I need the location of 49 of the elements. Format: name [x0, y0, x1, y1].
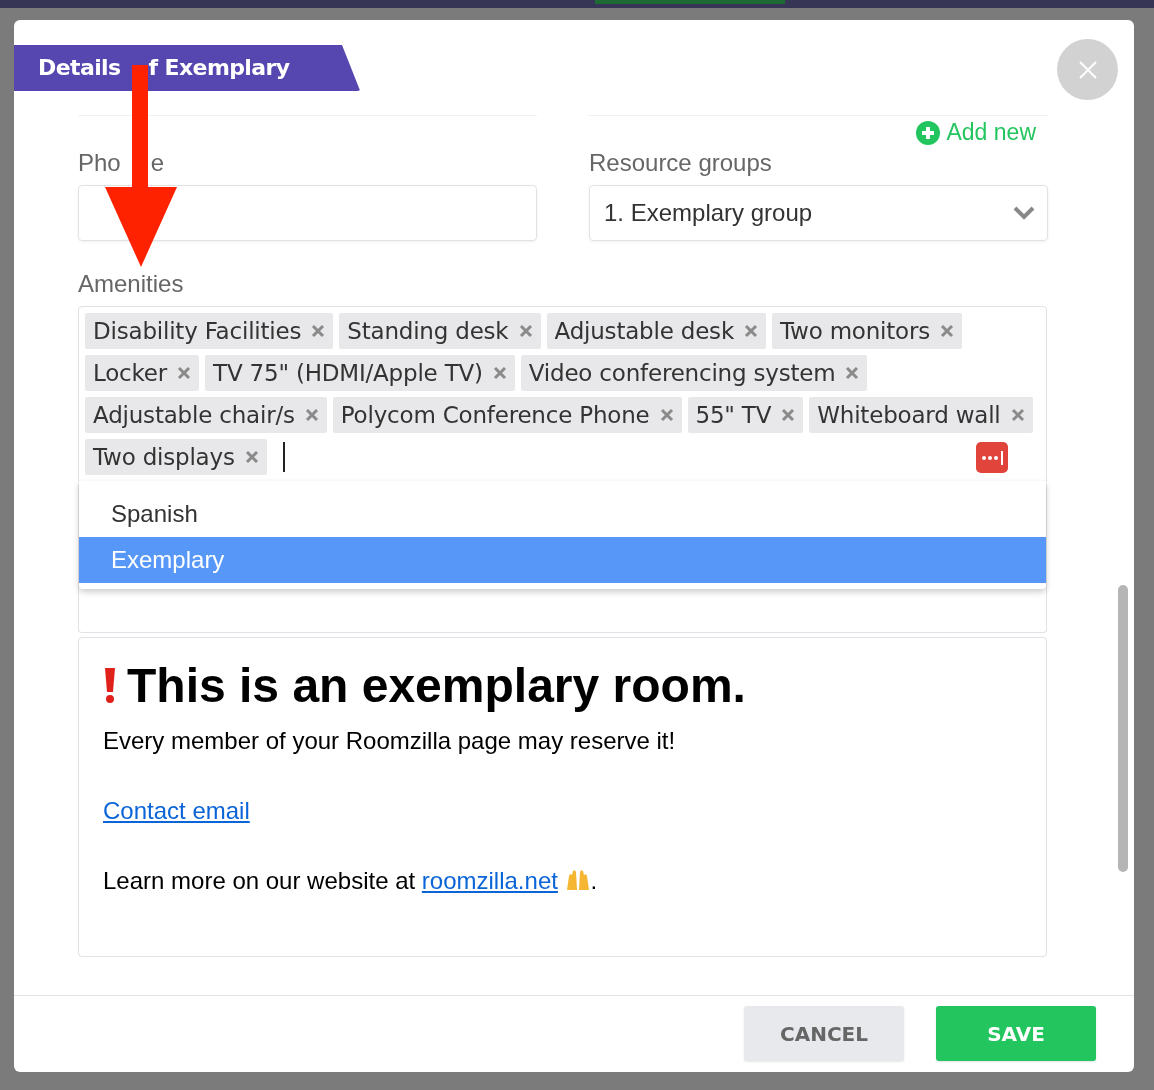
paragraph: Every member of your Roomzilla page may reserve it!: [103, 726, 677, 755]
plus-icon: [916, 120, 941, 145]
remove-icon[interactable]: [940, 323, 954, 338]
remove-icon[interactable]: [845, 365, 860, 380]
phone-field[interactable]: [78, 184, 537, 241]
dropdown-option[interactable]: Exemplary: [79, 536, 1046, 583]
amenity-tag: Locker: [85, 354, 200, 391]
remove-icon[interactable]: [518, 323, 533, 338]
amenity-tag: Adjustable chair/s: [85, 396, 327, 433]
amenity-tag: Two displays: [85, 438, 267, 475]
resource-group-select[interactable]: 1. Exemplary group: [589, 184, 1048, 241]
more-icon[interactable]: [976, 441, 1008, 473]
remove-icon[interactable]: [659, 407, 674, 422]
remove-icon[interactable]: [781, 407, 796, 422]
amenity-tag: Disability Facilities: [85, 312, 334, 349]
field-label: Resource groups: [589, 147, 772, 178]
website-link[interactable]: roomzilla.net: [421, 866, 558, 894]
cancel-button[interactable]: CANCEL: [744, 1006, 904, 1062]
remove-icon[interactable]: [744, 323, 758, 338]
text-editor[interactable]: This is an exemplary room. Every member of your Roomzilla page may reserve it! Contact email Learn more on our website at roomzilla.net .: [78, 636, 1047, 957]
text-cursor: [282, 441, 285, 472]
amenity-tag: Two monitors: [772, 312, 962, 349]
field-label: e: [150, 147, 165, 178]
amenity-tag: 55" TV: [687, 396, 804, 433]
dialog-title: f Exemplary: [148, 55, 290, 81]
dialog-title: Details: [38, 55, 121, 81]
dropdown-option[interactable]: Spanish: [79, 490, 1046, 537]
close-icon: [1077, 59, 1098, 80]
field-label: Amenities: [78, 268, 184, 299]
contact-email-link[interactable]: Contact email: [103, 796, 250, 825]
paragraph: Learn more on our website at roomzilla.net .: [103, 866, 599, 895]
remove-icon[interactable]: [177, 365, 192, 380]
amenity-tag: Video conferencing system: [520, 354, 868, 391]
editor-heading: This is an exemplary room.: [127, 657, 746, 713]
field-label: Pho: [78, 147, 121, 178]
amenity-tag: Standing desk: [339, 312, 541, 349]
remove-icon[interactable]: [1010, 407, 1025, 422]
remove-icon[interactable]: [244, 449, 259, 464]
amenity-tag: TV 75" (HDMI/Apple TV): [205, 354, 515, 391]
remove-icon[interactable]: [492, 365, 507, 380]
chevron-down-icon: [1013, 205, 1035, 220]
amenity-tag: Adjustable desk: [546, 312, 766, 349]
amenity-tag: Polycom Conference Phone: [332, 396, 682, 433]
exclamation-icon: [103, 666, 117, 705]
remove-icon[interactable]: [304, 407, 319, 422]
amenity-tag: Whiteboard wall: [809, 396, 1033, 433]
scrollbar[interactable]: [1118, 585, 1128, 872]
raised-hands-icon: [564, 867, 591, 892]
remove-icon[interactable]: [311, 323, 326, 338]
